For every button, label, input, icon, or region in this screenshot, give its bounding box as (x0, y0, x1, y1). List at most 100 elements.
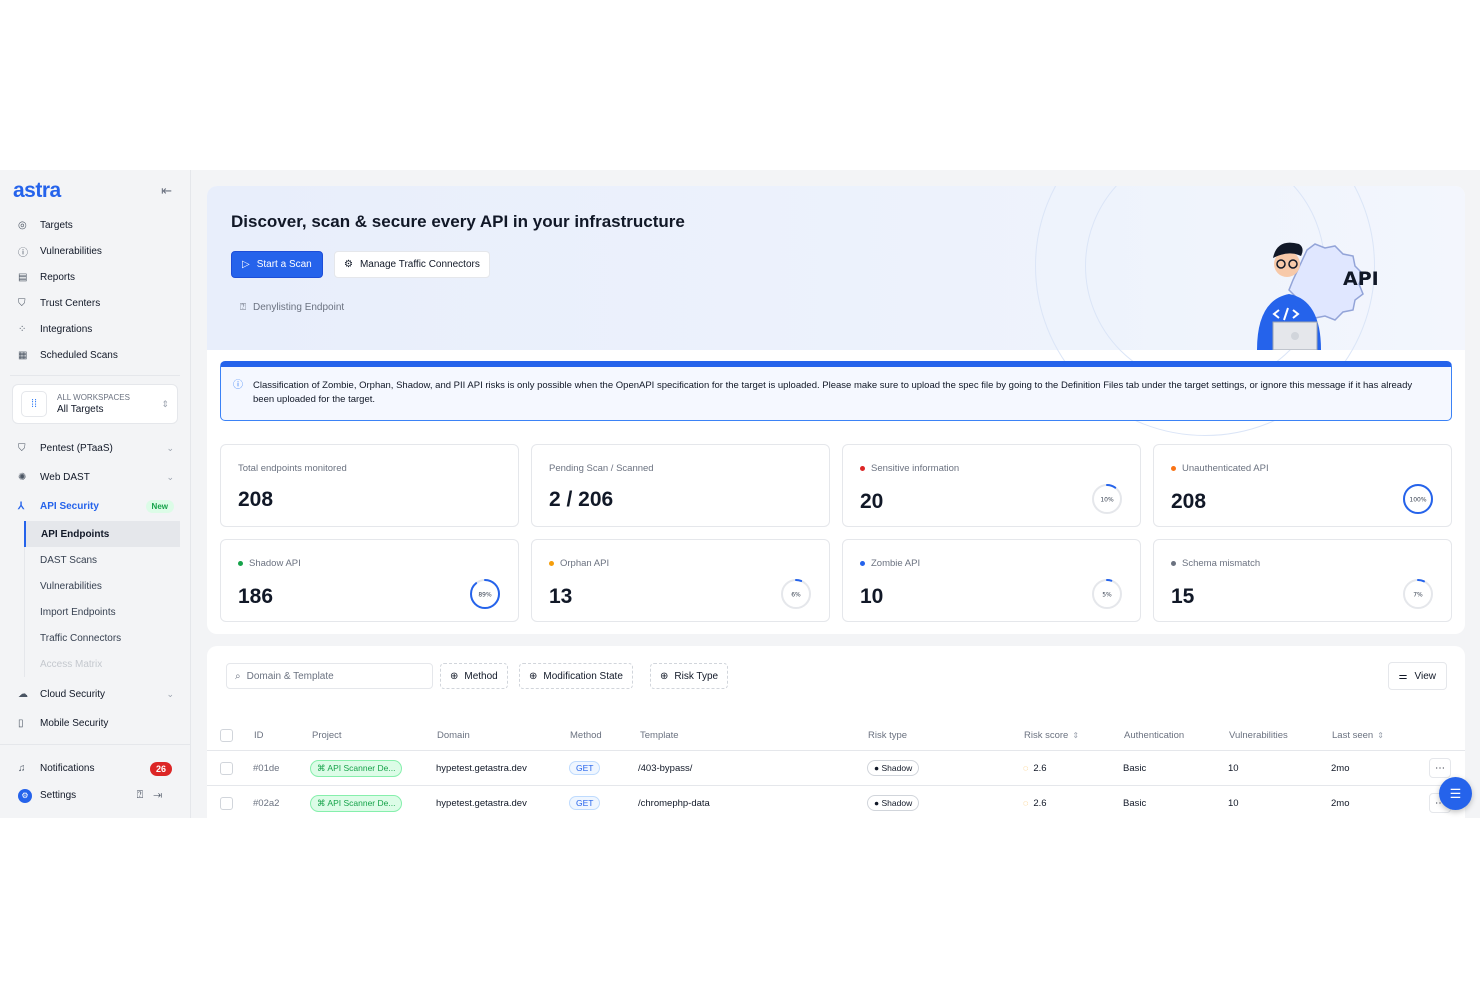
reports-icon: ▤ (18, 272, 40, 283)
stat-card-total-endpoints-monitored[interactable]: Total endpoints monitored208 (220, 444, 519, 527)
method-tag: GET (569, 761, 600, 775)
chat-icon: ☰ (1450, 786, 1462, 802)
settings-item[interactable]: ⚙ Settings ⍰⇥ (0, 782, 190, 809)
col-id: ID (254, 721, 264, 750)
sidebar-item-import-endpoints[interactable]: Import Endpoints (24, 599, 190, 625)
risk-type-filter-button[interactable]: ⊕Risk Type (650, 663, 728, 689)
stat-label: Unauthenticated API (1182, 463, 1269, 474)
stat-label: Zombie API (871, 558, 920, 569)
workspace-selector[interactable]: ⁞⁞ ALL WORKSPACES All Targets ⇕ (12, 384, 178, 424)
stat-card-orphan-api[interactable]: Orphan API136% (531, 539, 830, 622)
table-row[interactable]: #02a2⌘ API Scanner De...hypetest.getastr… (207, 786, 1465, 818)
stat-card-pending-scan-scanned[interactable]: Pending Scan / Scanned2 / 206 (531, 444, 830, 527)
updown-chevron-icon: ⇕ (161, 399, 169, 410)
project-tag[interactable]: ⌘ API Scanner De... (310, 760, 402, 777)
status-dot (860, 561, 865, 566)
plus-circle-icon: ⊕ (660, 671, 668, 682)
hero-panel: Discover, scan & secure every API in you… (207, 186, 1465, 634)
trust-centers-icon: ⛉ (18, 298, 40, 309)
col-last-seen[interactable]: Last seen⇕ (1332, 721, 1384, 750)
select-all-checkbox[interactable] (220, 729, 233, 742)
project-tag[interactable]: ⌘ API Scanner De... (310, 795, 402, 812)
mobile-icon: ▯ (18, 718, 40, 729)
logout-icon[interactable]: ⇥ (153, 789, 172, 801)
row-id: #01de (253, 751, 279, 785)
notifications-count-badge: 26 (150, 762, 172, 776)
play-icon: ▷ (242, 259, 250, 270)
row-last-seen: 2mo (1331, 751, 1349, 785)
bell-icon: ♫ (18, 763, 40, 774)
bug-icon: ✺ (18, 472, 40, 483)
sidebar-group-pentest[interactable]: ⛉ Pentest (PTaaS) ⌄ (0, 434, 190, 463)
stat-card-schema-mismatch[interactable]: Schema mismatch157% (1153, 539, 1452, 622)
row-checkbox[interactable] (220, 762, 233, 775)
target-icon: ◎ (18, 220, 40, 231)
row-more-actions-button[interactable]: ⋯ (1429, 758, 1451, 778)
sidebar-group-mobile-security[interactable]: ▯ Mobile Security (0, 709, 190, 738)
sidebar-item-vulnerabilities[interactable]: Vulnerabilities (24, 573, 190, 599)
sidebar-item-targets[interactable]: ◎Targets (0, 212, 190, 238)
sidebar-item-access-matrix: Access Matrix (24, 651, 190, 677)
modification-state-filter-button[interactable]: ⊕Modification State (519, 663, 633, 689)
denylisting-endpoint-link[interactable]: ⍰ Denylisting Endpoint (240, 302, 344, 313)
notifications-item[interactable]: ♫ Notifications 26 (0, 755, 190, 782)
col-project: Project (312, 721, 342, 750)
api-security-subnav: API Endpoints DAST Scans Vulnerabilities… (24, 521, 190, 677)
sidebar-item-api-endpoints[interactable]: API Endpoints (24, 521, 180, 547)
risk-score: 2.6 (1033, 798, 1046, 809)
method-filter-button[interactable]: ⊕Method (440, 663, 508, 689)
astra-logo[interactable]: astra (13, 179, 61, 203)
row-domain: hypetest.getastra.dev (436, 751, 527, 785)
risk-score-icon: ◌ (1023, 798, 1028, 808)
help-chat-icon[interactable]: ⍰ (137, 789, 154, 801)
row-last-seen: 2mo (1331, 786, 1349, 818)
stat-card-sensitive-information[interactable]: Sensitive information2010% (842, 444, 1141, 527)
percent-label: 100% (1409, 497, 1426, 504)
stat-label: Schema mismatch (1182, 558, 1260, 569)
stat-card-unauthenticated-api[interactable]: Unauthenticated API208100% (1153, 444, 1452, 527)
sort-icon: ⇕ (1377, 731, 1384, 740)
col-template: Template (640, 721, 679, 750)
search-input[interactable]: ⌕ Domain & Template (226, 663, 433, 689)
app-window: astra ⇤ ◎TargetsⓘVulnerabilities▤Reports… (0, 170, 1480, 818)
sidebar-group-api-security[interactable]: ⅄ API Security New (0, 492, 190, 521)
status-dot (1171, 466, 1176, 471)
percent-ring: 10% (1091, 483, 1123, 515)
row-checkbox[interactable] (220, 797, 233, 810)
sidebar-item-dast-scans[interactable]: DAST Scans (24, 547, 190, 573)
start-scan-button[interactable]: ▷ Start a Scan (231, 251, 323, 278)
sidebar-item-scheduled-scans[interactable]: ▦Scheduled Scans (0, 342, 190, 368)
view-options-button[interactable]: ⚌View (1388, 662, 1447, 690)
sidebar-item-traffic-connectors[interactable]: Traffic Connectors (24, 625, 190, 651)
grid-icon: ⁞⁞ (21, 391, 47, 417)
percent-label: 10% (1100, 497, 1114, 504)
row-id: #02a2 (253, 786, 279, 818)
stat-label: Pending Scan / Scanned (549, 463, 654, 474)
collapse-sidebar-icon[interactable]: ⇤ (161, 183, 172, 199)
stat-value: 10 (860, 585, 883, 609)
sidebar-item-reports[interactable]: ▤Reports (0, 264, 190, 290)
manage-traffic-connectors-button[interactable]: ⚙ Manage Traffic Connectors (334, 251, 490, 278)
percent-label: 7% (1413, 592, 1423, 599)
sidebar-item-integrations[interactable]: ⁘Integrations (0, 316, 190, 342)
api-network-icon: ⅄ (18, 501, 40, 512)
row-template: /chromephp-data (638, 786, 710, 818)
sidebar-group-cloud-security[interactable]: ☁ Cloud Security ⌄ (0, 680, 190, 709)
chat-support-button[interactable]: ☰ (1439, 777, 1472, 810)
percent-ring: 100% (1402, 483, 1434, 515)
api-illustration-label: API (1343, 268, 1379, 290)
col-risk-score[interactable]: Risk score⇕ (1024, 721, 1079, 750)
table-row[interactable]: #01de ⌘ API Scanner De... hypetest.getastr… (207, 751, 1465, 786)
project-icon: ⌘ (317, 798, 326, 808)
sidebar-item-trust-centers[interactable]: ⛉Trust Centers (0, 290, 190, 316)
sidebar-item-vulnerabilities[interactable]: ⓘVulnerabilities (0, 238, 190, 264)
chevron-down-icon: ⌄ (166, 472, 174, 483)
risk-type-tag: ● Shadow (867, 760, 919, 776)
stat-card-zombie-api[interactable]: Zombie API105% (842, 539, 1141, 622)
stat-card-shadow-api[interactable]: Shadow API18689% (220, 539, 519, 622)
help-circle-icon: ⍰ (240, 302, 246, 313)
workspace-kicker: ALL WORKSPACES (57, 393, 161, 402)
sidebar-group-web-dast[interactable]: ✺ Web DAST ⌄ (0, 463, 190, 492)
sliders-icon: ⚌ (1399, 671, 1408, 682)
plus-circle-icon: ⊕ (450, 671, 458, 682)
